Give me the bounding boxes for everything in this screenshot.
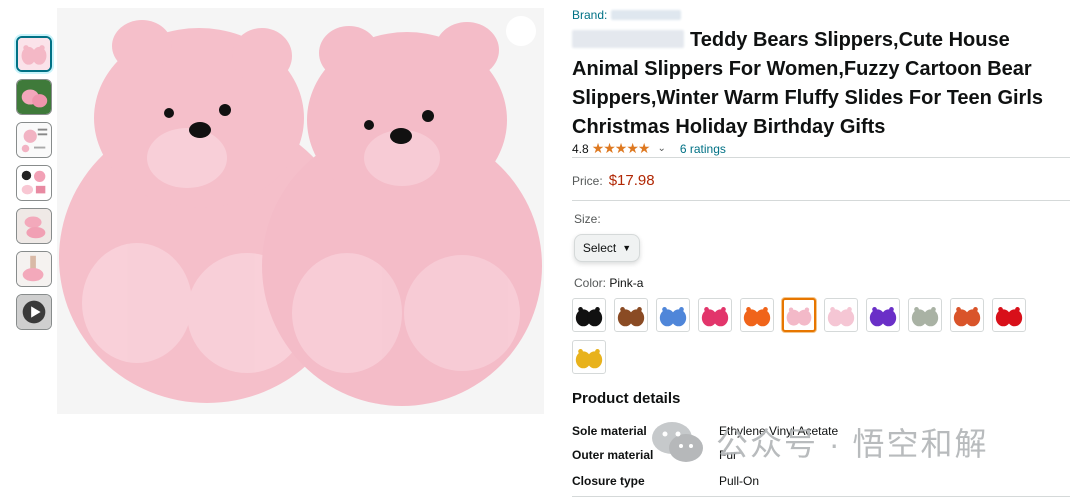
spacer	[572, 412, 1070, 413]
thumbnail-pink-bears[interactable]	[16, 36, 52, 72]
color-swatch-blue[interactable]	[656, 298, 690, 332]
divider	[572, 157, 1070, 158]
swatch-slipper-icon	[575, 349, 603, 369]
color-swatch-purple[interactable]	[866, 298, 900, 332]
swatch-slipper-icon	[911, 307, 939, 327]
brand-name-redacted	[611, 10, 682, 20]
price-label: Price:	[572, 174, 603, 188]
title-redacted	[572, 30, 684, 48]
brand-label: Brand:	[572, 8, 608, 22]
swatch-slipper-icon	[827, 307, 855, 327]
divider	[572, 200, 1070, 201]
zoom-button[interactable]	[506, 16, 536, 46]
color-swatch-red[interactable]	[992, 298, 1026, 332]
wechat-icon	[652, 422, 703, 462]
swatch-slipper-icon	[617, 307, 645, 327]
swatch-slipper-icon	[659, 307, 687, 327]
swatch-slipper-icon	[575, 307, 603, 327]
thumbnail-size-chart[interactable]	[16, 122, 52, 158]
rating-value: 4.8	[572, 141, 589, 156]
chevron-down-icon: ▼	[622, 243, 632, 253]
thumbnail-worn-slippers[interactable]	[16, 208, 52, 244]
swatch-slipper-icon	[743, 307, 771, 327]
color-row: Color: Pink-a	[574, 276, 643, 290]
color-swatch-rose[interactable]	[698, 298, 732, 332]
thumbnail-detail-grid[interactable]	[16, 165, 52, 201]
color-swatch-multicolor[interactable]	[950, 298, 984, 332]
wechat-watermark: 公众号 · 悟空和解	[650, 418, 988, 466]
thumbnail-feet-slippers[interactable]	[16, 251, 52, 287]
color-swatch-light-pink[interactable]	[824, 298, 858, 332]
color-swatch-brown[interactable]	[614, 298, 648, 332]
size-select-label: Select	[582, 241, 617, 255]
color-swatch-orange[interactable]	[740, 298, 774, 332]
color-swatch-black[interactable]	[572, 298, 606, 332]
thumbnail-video[interactable]	[16, 294, 52, 330]
detail-key: Closure type	[572, 474, 645, 488]
product-title: Teddy Bears Slippers,Cute House Animal S…	[572, 26, 1070, 142]
main-product-image[interactable]	[57, 8, 544, 414]
swatch-slipper-icon	[953, 307, 981, 327]
size-select-dropdown[interactable]: Select ▼	[574, 234, 640, 262]
swatch-slipper-icon	[701, 307, 729, 327]
swatch-slipper-icon	[869, 307, 897, 327]
thumbnail-strip	[16, 36, 52, 337]
ratings-count-link[interactable]: 6 ratings	[680, 142, 726, 156]
color-swatch-grey-green[interactable]	[908, 298, 942, 332]
brand-link[interactable]: Brand:	[572, 8, 682, 22]
watermark-text: 公众号 · 悟空和解	[716, 426, 989, 462]
color-label: Color:	[574, 276, 607, 290]
teddy-bear-slippers-image	[57, 8, 544, 414]
chevron-down-icon[interactable]: ⌄	[657, 143, 665, 154]
color-value: Pink-a	[609, 276, 644, 290]
price-row: Price: $17.98	[572, 172, 655, 189]
product-details-heading: Product details	[572, 390, 681, 407]
swatch-slipper-icon	[786, 307, 812, 326]
size-label: Size:	[574, 212, 601, 226]
swatch-slipper-icon	[995, 307, 1023, 327]
thumbnail-green-bears[interactable]	[16, 79, 52, 115]
detail-value: Pull-On	[719, 474, 760, 488]
color-swatch-pink-a[interactable]	[782, 298, 816, 332]
color-swatch-yellow[interactable]	[572, 340, 606, 374]
divider	[572, 496, 1070, 497]
price-value: $17.98	[608, 172, 655, 189]
star-rating-icon[interactable]: ★★★★★	[592, 140, 651, 157]
rating-row: 4.8 ★★★★★ ⌄ 6 ratings	[572, 140, 726, 157]
